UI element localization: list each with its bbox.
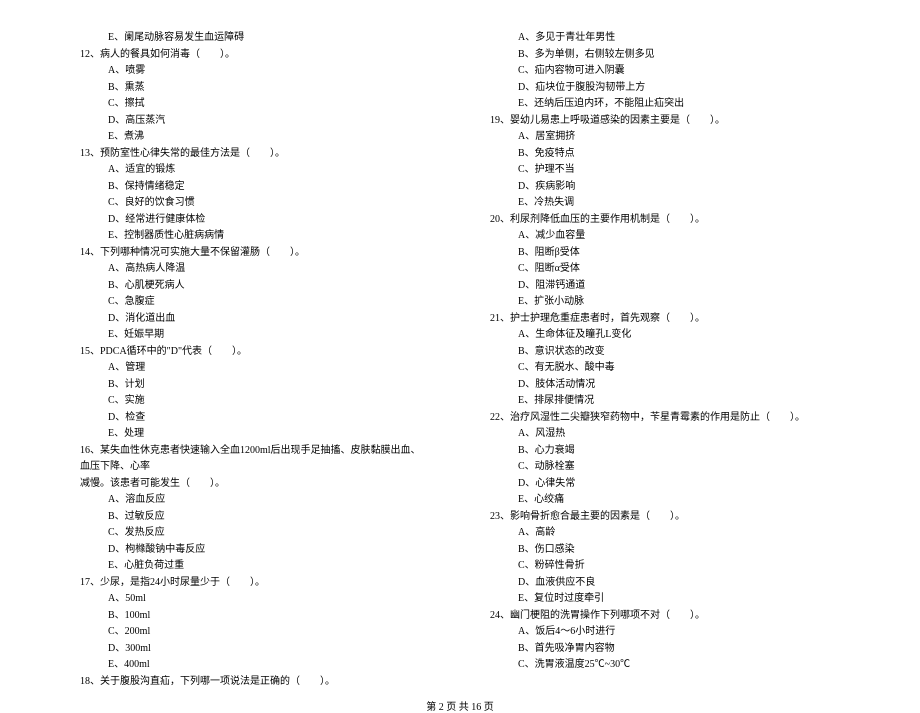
answer-option: E、煮沸 bbox=[80, 129, 430, 146]
answer-option: A、多见于青壮年男性 bbox=[490, 30, 840, 47]
answer-option: A、减少血容量 bbox=[490, 228, 840, 245]
answer-option: A、生命体征及瞳孔L变化 bbox=[490, 327, 840, 344]
answer-option: E、心脏负荷过重 bbox=[80, 558, 430, 575]
answer-option: D、高压蒸汽 bbox=[80, 113, 430, 130]
answer-option: A、风湿热 bbox=[490, 426, 840, 443]
question-text: 17、少尿，是指24小时尿量少于（ ）。 bbox=[80, 575, 430, 592]
answer-option: C、动脉栓塞 bbox=[490, 459, 840, 476]
exam-content: E、阑尾动脉容易发生血运障碍12、病人的餐具如何消毒（ ）。A、喷雾B、熏蒸C、… bbox=[80, 30, 840, 690]
answer-option: E、阑尾动脉容易发生血运障碍 bbox=[80, 30, 430, 47]
answer-option: A、高热病人降温 bbox=[80, 261, 430, 278]
question-text: 18、关于腹股沟直疝，下列哪一项说法是正确的（ ）。 bbox=[80, 674, 430, 691]
answer-option: B、阻断β受体 bbox=[490, 245, 840, 262]
right-column: A、多见于青壮年男性B、多为单侧，右侧较左侧多见C、疝内容物可进入阴囊D、疝块位… bbox=[490, 30, 840, 690]
answer-option: B、多为单侧，右侧较左侧多见 bbox=[490, 47, 840, 64]
answer-option: D、枸橼酸钠中毒反应 bbox=[80, 542, 430, 559]
question-text: 21、护士护理危重症患者时，首先观察（ ）。 bbox=[490, 311, 840, 328]
answer-option: C、擦拭 bbox=[80, 96, 430, 113]
answer-option: B、熏蒸 bbox=[80, 80, 430, 97]
answer-option: E、处理 bbox=[80, 426, 430, 443]
answer-option: D、疝块位于腹股沟韧带上方 bbox=[490, 80, 840, 97]
answer-option: A、管理 bbox=[80, 360, 430, 377]
answer-option: B、首先吸净胃内容物 bbox=[490, 641, 840, 658]
answer-option: A、适宜的锻炼 bbox=[80, 162, 430, 179]
answer-option: B、免疫特点 bbox=[490, 146, 840, 163]
answer-option: A、50ml bbox=[80, 591, 430, 608]
answer-option: D、阻滞钙通道 bbox=[490, 278, 840, 295]
question-text: 15、PDCA循环中的"D"代表（ ）。 bbox=[80, 344, 430, 361]
answer-option: D、300ml bbox=[80, 641, 430, 658]
answer-option: B、意识状态的改变 bbox=[490, 344, 840, 361]
answer-option: A、溶血反应 bbox=[80, 492, 430, 509]
question-text: 24、幽门梗阻的洗胃操作下列哪项不对（ ）。 bbox=[490, 608, 840, 625]
answer-option: C、实施 bbox=[80, 393, 430, 410]
answer-option: D、心律失常 bbox=[490, 476, 840, 493]
answer-option: B、心力衰竭 bbox=[490, 443, 840, 460]
answer-option: C、洗胃液温度25℃~30℃ bbox=[490, 657, 840, 674]
answer-option: B、计划 bbox=[80, 377, 430, 394]
answer-option: E、妊娠早期 bbox=[80, 327, 430, 344]
answer-option: C、良好的饮食习惯 bbox=[80, 195, 430, 212]
answer-option: B、保持情绪稳定 bbox=[80, 179, 430, 196]
answer-option: E、400ml bbox=[80, 657, 430, 674]
question-text: 13、预防室性心律失常的最佳方法是（ ）。 bbox=[80, 146, 430, 163]
answer-option: C、有无脱水、酸中毒 bbox=[490, 360, 840, 377]
answer-option: E、还纳后压迫内环，不能阻止疝突出 bbox=[490, 96, 840, 113]
answer-option: A、饭后4～6小时进行 bbox=[490, 624, 840, 641]
answer-option: B、伤口感染 bbox=[490, 542, 840, 559]
left-column: E、阑尾动脉容易发生血运障碍12、病人的餐具如何消毒（ ）。A、喷雾B、熏蒸C、… bbox=[80, 30, 430, 690]
answer-option: B、100ml bbox=[80, 608, 430, 625]
answer-option: C、200ml bbox=[80, 624, 430, 641]
answer-option: C、急腹症 bbox=[80, 294, 430, 311]
answer-option: A、高龄 bbox=[490, 525, 840, 542]
answer-option: D、检查 bbox=[80, 410, 430, 427]
answer-option: E、控制器质性心脏病病情 bbox=[80, 228, 430, 245]
answer-option: E、心绞痛 bbox=[490, 492, 840, 509]
answer-option: B、心肌梗死病人 bbox=[80, 278, 430, 295]
answer-option: E、扩张小动脉 bbox=[490, 294, 840, 311]
answer-option: E、排尿排便情况 bbox=[490, 393, 840, 410]
question-text: 22、治疗风湿性二尖瓣狭窄药物中，苄星青霉素的作用是防止（ ）。 bbox=[490, 410, 840, 427]
question-text: 12、病人的餐具如何消毒（ ）。 bbox=[80, 47, 430, 64]
answer-option: D、消化道出血 bbox=[80, 311, 430, 328]
question-text: 19、婴幼儿易患上呼吸道感染的因素主要是（ ）。 bbox=[490, 113, 840, 130]
answer-option: A、喷雾 bbox=[80, 63, 430, 80]
answer-option: C、粉碎性骨折 bbox=[490, 558, 840, 575]
answer-option: D、肢体活动情况 bbox=[490, 377, 840, 394]
question-text: 20、利尿剂降低血压的主要作用机制是（ ）。 bbox=[490, 212, 840, 229]
answer-option: C、发热反应 bbox=[80, 525, 430, 542]
question-text: 16、某失血性休克患者快速输入全血1200ml后出现手足抽搐、皮肤黏膜出血、血压… bbox=[80, 443, 430, 476]
answer-option: C、阻断α受体 bbox=[490, 261, 840, 278]
answer-option: E、复位时过度牵引 bbox=[490, 591, 840, 608]
question-text: 23、影响骨折愈合最主要的因素是（ ）。 bbox=[490, 509, 840, 526]
page-footer: 第 2 页 共 16 页 bbox=[80, 698, 840, 713]
question-text: 14、下列哪种情况可实施大量不保留灌肠（ ）。 bbox=[80, 245, 430, 262]
answer-option: D、经常进行健康体检 bbox=[80, 212, 430, 229]
answer-option: A、居室拥挤 bbox=[490, 129, 840, 146]
answer-option: D、疾病影响 bbox=[490, 179, 840, 196]
answer-option: C、疝内容物可进入阴囊 bbox=[490, 63, 840, 80]
answer-option: C、护理不当 bbox=[490, 162, 840, 179]
answer-option: E、冷热失调 bbox=[490, 195, 840, 212]
answer-option: B、过敏反应 bbox=[80, 509, 430, 526]
answer-option: D、血液供应不良 bbox=[490, 575, 840, 592]
question-text: 减慢。该患者可能发生（ ）。 bbox=[80, 476, 430, 493]
